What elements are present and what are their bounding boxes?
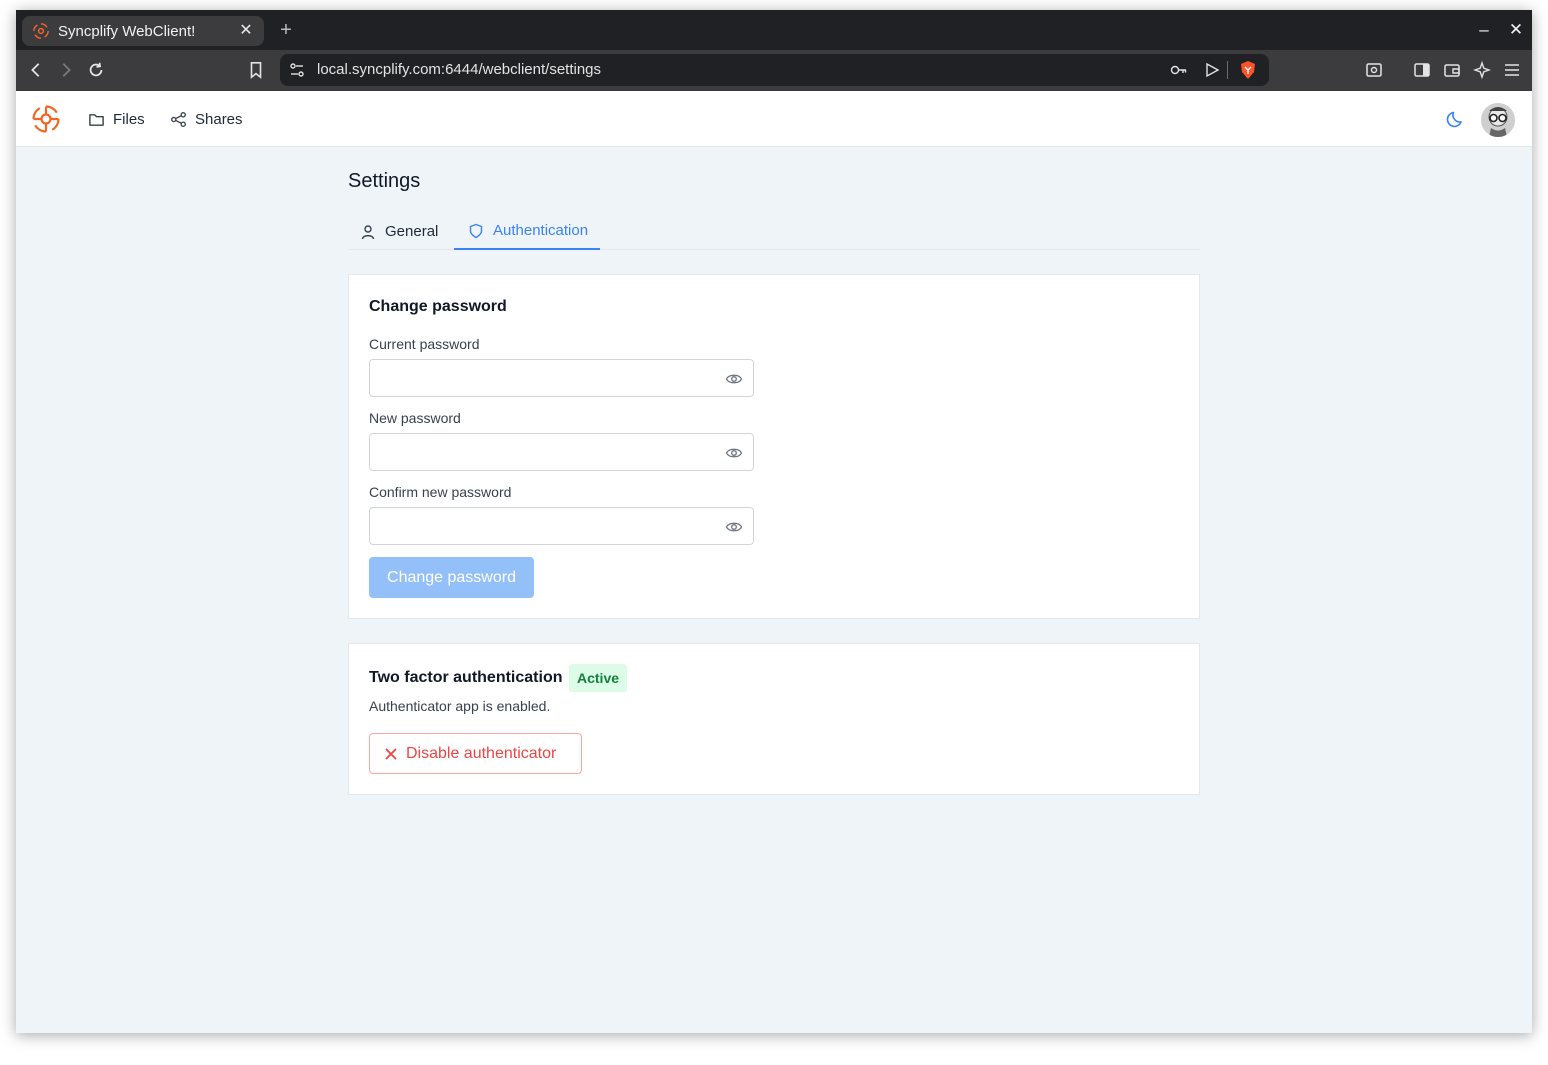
- tab-general-label: General: [385, 223, 439, 240]
- tab-general[interactable]: General: [360, 213, 438, 250]
- password-key-icon[interactable]: [1170, 62, 1188, 83]
- sidebar-icon[interactable]: [1412, 60, 1432, 80]
- change-password-card: Change password Current password New pas…: [348, 274, 1200, 619]
- close-tab-icon[interactable]: ✕: [238, 23, 254, 39]
- tab-authentication[interactable]: Authentication: [454, 213, 601, 250]
- address-bar[interactable]: local.syncplify.com:6444/webclient/setti…: [280, 54, 1269, 86]
- reload-icon[interactable]: [86, 60, 106, 80]
- new-password-field: [369, 433, 754, 471]
- browser-toolbar: local.syncplify.com:6444/webclient/setti…: [16, 50, 1532, 91]
- page-title: Settings: [348, 170, 421, 192]
- new-password-input[interactable]: [370, 434, 753, 470]
- user-icon: [361, 224, 375, 239]
- send-icon[interactable]: [1204, 62, 1220, 83]
- new-password-label: New password: [369, 410, 461, 426]
- user-avatar[interactable]: [1481, 103, 1515, 137]
- share-icon: [171, 111, 186, 127]
- nav-shares[interactable]: Shares: [170, 109, 243, 129]
- browser-window: Syncplify WebClient! ✕ + – ✕ local.syncp…: [16, 10, 1532, 1033]
- two-factor-description: Authenticator app is enabled.: [369, 698, 551, 714]
- eye-icon[interactable]: [725, 518, 743, 536]
- current-password-label: Current password: [369, 336, 480, 352]
- new-tab-icon[interactable]: +: [276, 20, 296, 40]
- two-factor-heading: Two factor authentication: [369, 669, 563, 686]
- bookmark-icon[interactable]: [246, 60, 266, 80]
- back-icon[interactable]: [26, 60, 46, 80]
- site-settings-icon[interactable]: [289, 62, 305, 83]
- brave-shield-icon[interactable]: [1239, 60, 1257, 85]
- disable-authenticator-button[interactable]: Disable authenticator: [369, 733, 582, 774]
- nav-shares-label: Shares: [195, 110, 243, 128]
- menu-icon[interactable]: [1502, 60, 1522, 80]
- tab-title: Syncplify WebClient!: [58, 22, 196, 40]
- disable-authenticator-label: Disable authenticator: [406, 744, 557, 762]
- nav-files-label: Files: [113, 110, 145, 128]
- eye-icon[interactable]: [725, 444, 743, 462]
- close-window-icon[interactable]: ✕: [1506, 20, 1526, 40]
- eye-icon[interactable]: [725, 370, 743, 388]
- url-divider: [1227, 61, 1228, 79]
- url-text[interactable]: local.syncplify.com:6444/webclient/setti…: [317, 61, 601, 78]
- close-icon: [385, 747, 397, 760]
- nav-files[interactable]: Files: [88, 109, 145, 129]
- syncplify-favicon-icon: [32, 22, 50, 40]
- confirm-password-input[interactable]: [370, 508, 753, 544]
- two-factor-card: Two factor authentication Active Authent…: [348, 643, 1200, 795]
- syncplify-logo-icon[interactable]: [31, 104, 61, 134]
- tab-strip: Syncplify WebClient! ✕ + – ✕: [16, 10, 1532, 50]
- screenshot-icon[interactable]: [1364, 60, 1384, 80]
- change-password-button[interactable]: Change password: [369, 557, 534, 598]
- dark-mode-moon-icon[interactable]: [1446, 109, 1466, 129]
- browser-tab[interactable]: Syncplify WebClient! ✕: [22, 16, 264, 46]
- minimize-icon[interactable]: –: [1474, 20, 1494, 40]
- leo-ai-icon[interactable]: [1472, 60, 1492, 80]
- confirm-password-field: [369, 507, 754, 545]
- folder-icon: [89, 113, 104, 126]
- tab-authentication-label: Authentication: [493, 222, 589, 239]
- forward-icon[interactable]: [56, 60, 76, 80]
- settings-tabs: General Authentication: [348, 213, 1200, 250]
- app-header: Files Shares: [16, 91, 1532, 147]
- wallet-icon[interactable]: [1442, 60, 1462, 80]
- change-password-heading: Change password: [369, 298, 507, 315]
- status-badge: Active: [569, 664, 628, 692]
- current-password-input[interactable]: [370, 360, 753, 396]
- shield-icon: [469, 223, 483, 238]
- confirm-password-label: Confirm new password: [369, 484, 512, 500]
- current-password-field: [369, 359, 754, 397]
